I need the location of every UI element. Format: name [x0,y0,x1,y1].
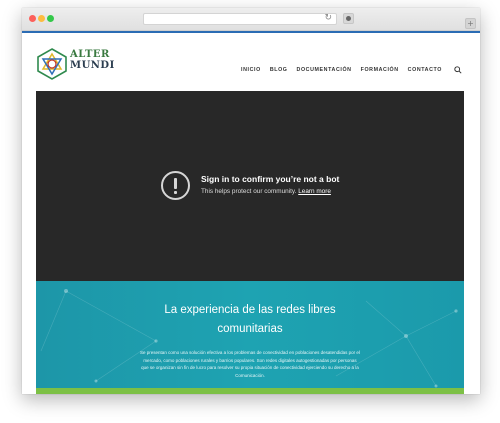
video-subtitle-text: This helps protect our community. [201,188,297,195]
site-header: ALTER MUNDI INICIO BLOG DOCUMENTACIÓN FO… [22,33,480,91]
video-embed[interactable]: Sign in to confirm you’re not a bot This… [36,91,464,281]
nav-documentacion[interactable]: DOCUMENTACIÓN [297,67,352,73]
hero-title-line-1: La experiencia de las redes libres [164,304,336,316]
nav-formacion[interactable]: FORMACIÓN [361,67,399,73]
nav-inicio[interactable]: INICIO [241,67,261,73]
logo-line-2: MUNDI [70,60,115,71]
logo-line-1: ALTER [70,49,110,60]
close-window-button[interactable] [29,15,36,22]
site-logo-text[interactable]: ALTER MUNDI [70,49,115,71]
reload-icon[interactable]: ↻ [324,13,332,23]
nav-blog[interactable]: BLOG [270,67,288,73]
search-icon[interactable] [454,66,462,74]
browser-window: ↻ + ALTER MUNDI INICIO BLOG DOCUMENTACIÓ… [22,8,480,394]
browser-titlebar: ↻ + [22,8,480,31]
address-bar[interactable]: ↻ [143,13,337,25]
extension-icon[interactable] [343,13,354,24]
video-message-subtitle: This helps protect our community. Learn … [201,188,331,195]
hero-section: La experiencia de las redes libres comun… [36,281,464,394]
learn-more-link[interactable]: Learn more [298,188,331,195]
hero-title: La experiencia de las redes libres comun… [36,301,464,339]
new-tab-button[interactable]: + [465,18,476,29]
nav-contacto[interactable]: CONTACTO [408,67,442,73]
green-band [36,388,464,394]
main-nav: INICIO BLOG DOCUMENTACIÓN FORMACIÓN CONT… [232,66,462,74]
maximize-window-button[interactable] [47,15,54,22]
hero-description: Se presentan como una solución efectiva … [140,350,360,378]
hero-title-line-2: comunitarias [217,323,283,335]
alert-circle-icon [161,171,190,200]
altermundi-logo[interactable] [36,48,68,80]
video-message-title: Sign in to confirm you’re not a bot [201,174,340,184]
minimize-window-button[interactable] [38,15,45,22]
